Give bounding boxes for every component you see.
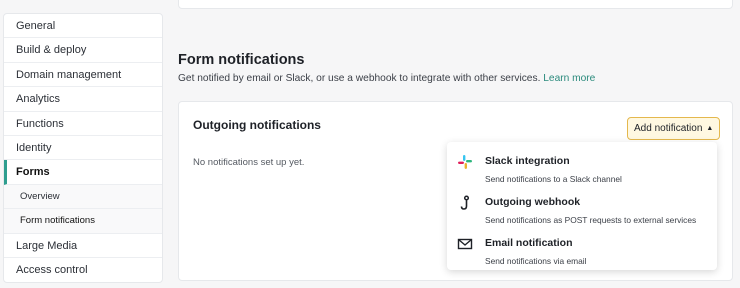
add-notification-menu: Slack integration Send notifications to … (447, 142, 717, 270)
previous-section-card (178, 0, 733, 9)
sidebar-item-large-media[interactable]: Large Media (4, 234, 162, 258)
sidebar-subitem-form-notifications[interactable]: Form notifications (4, 209, 162, 234)
sidebar-item-build-deploy[interactable]: Build & deploy (4, 38, 162, 63)
section-title: Form notifications (178, 52, 305, 68)
sidebar-item-identity[interactable]: Identity (4, 136, 162, 161)
empty-state-text: No notifications set up yet. (193, 157, 305, 168)
webhook-icon (457, 195, 473, 211)
section-description: Get notified by email or Slack, or use a… (178, 73, 595, 84)
sidebar-item-functions[interactable]: Functions (4, 112, 162, 136)
menu-item-label: Slack integration (485, 155, 570, 167)
sidebar-item-access-control[interactable]: Access control (4, 258, 162, 282)
chevron-up-icon: ▲ (706, 125, 714, 132)
learn-more-link[interactable]: Learn more (543, 73, 595, 84)
sidebar-item-forms[interactable]: Forms (4, 160, 162, 185)
menu-item-slack-integration[interactable]: Slack integration Send notifications to … (447, 148, 717, 186)
card-title: Outgoing notifications (193, 118, 321, 132)
sidebar-item-analytics[interactable]: Analytics (4, 87, 162, 112)
menu-item-description: Send notifications via email (485, 256, 587, 266)
email-icon (457, 236, 473, 252)
menu-item-description: Send notifications to a Slack channel (485, 174, 622, 184)
sidebar-subitem-overview[interactable]: Overview (4, 184, 162, 210)
menu-item-label: Email notification (485, 237, 573, 249)
menu-item-description: Send notifications as POST requests to e… (485, 215, 697, 225)
sidebar-item-general[interactable]: General (4, 14, 162, 39)
add-notification-button[interactable]: Add notification ▲ (627, 117, 721, 140)
section-description-text: Get notified by email or Slack, or use a… (178, 73, 541, 84)
sidebar-item-domain-management[interactable]: Domain management (4, 63, 162, 88)
slack-icon (457, 154, 473, 170)
menu-item-label: Outgoing webhook (485, 196, 581, 208)
menu-item-outgoing-webhook[interactable]: Outgoing webhook Send notifications as P… (447, 189, 717, 227)
add-notification-label: Add notification (634, 123, 703, 134)
menu-item-email-notification[interactable]: Email notification Send notifications vi… (447, 230, 717, 268)
settings-sidebar: General Build & deploy Domain management… (3, 13, 163, 284)
